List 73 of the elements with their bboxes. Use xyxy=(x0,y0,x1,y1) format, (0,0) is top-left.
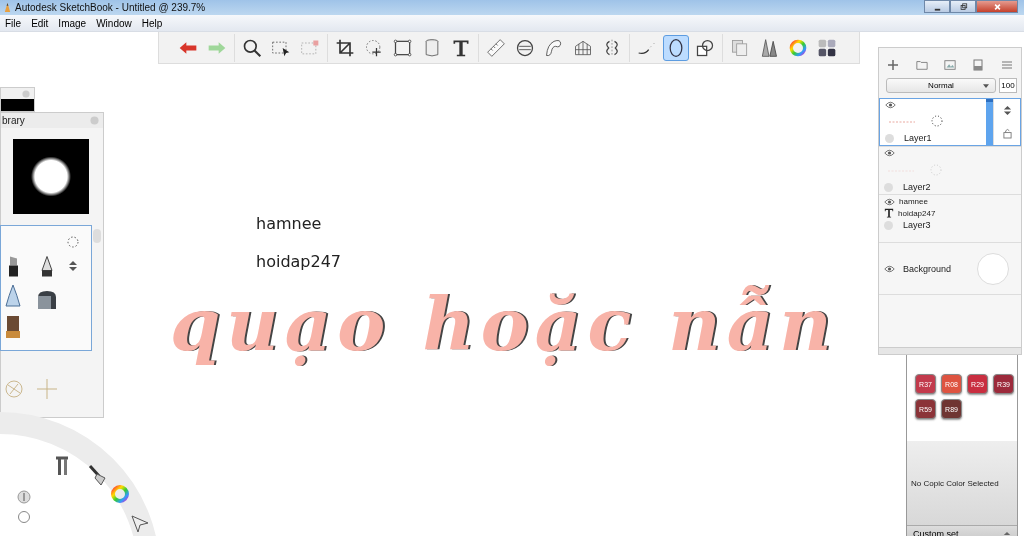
caret-icon xyxy=(983,83,989,88)
folder-icon[interactable] xyxy=(915,59,928,71)
blend-mode-dropdown[interactable]: Normal xyxy=(886,77,996,93)
pen-nib-icon[interactable] xyxy=(17,490,31,504)
eye-icon[interactable] xyxy=(884,197,895,206)
restore-button[interactable] xyxy=(950,0,976,13)
scroll-thumb[interactable] xyxy=(93,229,101,243)
opacity-field[interactable]: 100 xyxy=(999,77,1017,93)
close-button[interactable] xyxy=(976,0,1018,13)
canvas-text: hoidap247 xyxy=(256,252,342,271)
image-icon[interactable] xyxy=(943,59,956,71)
menu-item[interactable]: Image xyxy=(53,17,92,29)
background-swatch[interactable] xyxy=(977,252,1009,285)
caret-icon xyxy=(1003,531,1011,536)
radio-dot[interactable] xyxy=(884,182,893,192)
layer-text: hoidap247 xyxy=(898,208,936,218)
window-title: Autodesk SketchBook - Untitled @ 239.7% xyxy=(15,2,206,13)
sort-arrows-icon[interactable] xyxy=(1002,105,1012,116)
dashed-circle-icon[interactable] xyxy=(67,236,79,248)
selection-bar xyxy=(986,99,993,145)
eraser-icon[interactable] xyxy=(37,291,57,309)
ruler-icon xyxy=(486,37,506,58)
minimize-button[interactable] xyxy=(924,0,950,13)
pencil-icon xyxy=(3,2,12,13)
curve-icon xyxy=(544,37,564,58)
circle-icon[interactable] xyxy=(17,510,31,524)
search-icon xyxy=(242,37,262,58)
pen-icon[interactable] xyxy=(41,254,53,279)
paintbrush-icon[interactable] xyxy=(87,464,107,486)
layer-name: Layer2 xyxy=(903,182,931,192)
letter-t-icon xyxy=(884,208,894,218)
circle-lines-icon xyxy=(515,37,535,58)
marker-icon[interactable] xyxy=(7,254,19,279)
shapes-icon xyxy=(695,37,715,58)
square-icon xyxy=(393,37,413,58)
crop-icon xyxy=(335,37,355,58)
radio-dot[interactable] xyxy=(885,133,894,143)
set-dropdown[interactable]: Custom set xyxy=(907,525,1017,536)
layer-name: Layer3 xyxy=(903,220,931,230)
layer-text: hamnee xyxy=(899,197,928,206)
menu-item[interactable]: File xyxy=(0,17,27,29)
color-bar xyxy=(1,99,34,111)
layer-row[interactable]: Layer1 xyxy=(879,98,1021,146)
resize-grip[interactable] xyxy=(879,347,1021,354)
eye-icon[interactable] xyxy=(884,149,895,157)
canvas-lettering: quạo hoặc nẫn xyxy=(169,281,839,369)
layer-row[interactable]: Layer2 xyxy=(879,146,1021,194)
canvas-text: hamnee xyxy=(256,214,322,233)
panel-title: brary xyxy=(2,115,25,126)
radio-dot[interactable] xyxy=(884,220,893,230)
pencils-icon xyxy=(759,37,779,58)
status-text: No Copic Color Selected xyxy=(911,478,999,488)
restore-icon xyxy=(958,2,968,11)
menu-item[interactable]: Window xyxy=(91,17,137,29)
pages-icon xyxy=(730,37,750,58)
sort-arrows-icon[interactable] xyxy=(68,260,78,272)
tool-button[interactable] xyxy=(663,34,689,61)
stamp-icon[interactable] xyxy=(6,316,20,338)
menu-item[interactable]: Edit xyxy=(26,17,54,29)
color-wheel-icon xyxy=(788,37,808,58)
dashed-circle-icon xyxy=(364,37,384,58)
plus-icon[interactable] xyxy=(887,59,900,71)
eye-icon[interactable] xyxy=(885,101,896,109)
layer-name: Background xyxy=(903,263,953,274)
triangle-brush-icon[interactable] xyxy=(5,285,21,307)
menu-item[interactable]: Help xyxy=(136,17,168,29)
layer-name: Layer1 xyxy=(904,133,932,143)
color-wheel-icon[interactable] xyxy=(110,484,130,504)
lock-icon[interactable] xyxy=(1002,128,1012,139)
grid-icon xyxy=(817,37,837,58)
pointer-icon[interactable] xyxy=(130,514,150,534)
layer-icon[interactable] xyxy=(972,59,985,71)
eye-icon[interactable] xyxy=(884,264,895,273)
